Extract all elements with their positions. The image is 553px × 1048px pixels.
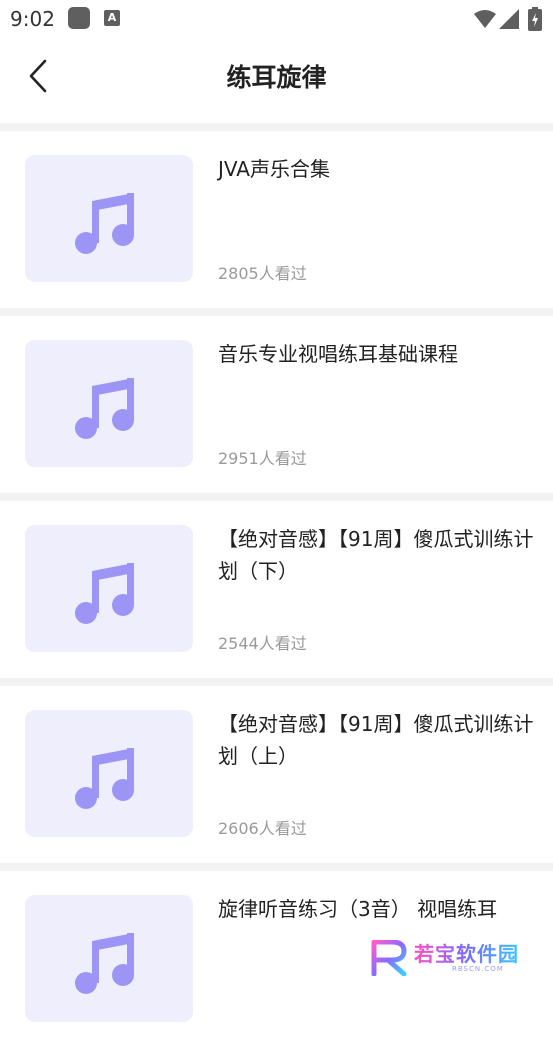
course-thumbnail: [25, 155, 193, 282]
wifi-icon: [474, 10, 496, 28]
course-title: 【绝对音感】【91周】傻瓜式训练计划（下）: [218, 527, 534, 583]
watermark-subtext: RBSCN.COM: [452, 965, 504, 973]
view-count: 2951人看过: [218, 449, 307, 468]
course-title: JVA声乐合集: [218, 157, 330, 181]
course-thumbnail: [25, 525, 193, 652]
music-note-icon: [75, 748, 134, 809]
course-thumbnail: [25, 710, 193, 837]
music-note-icon: [75, 933, 134, 994]
notification-app-icon: [68, 7, 90, 29]
view-count: 2606人看过: [218, 819, 307, 838]
page-title: 练耳旋律: [226, 63, 327, 92]
list-item[interactable]: 【绝对音感】【91周】傻瓜式训练计划（上） 2606人看过: [0, 686, 553, 863]
watermark-logo-icon: [371, 940, 407, 976]
status-time: 9:02: [10, 7, 55, 31]
header: 练耳旋律: [0, 38, 553, 123]
music-note-icon: [75, 193, 134, 254]
status-bar: 9:02 A: [0, 0, 553, 38]
course-title: 音乐专业视唱练耳基础课程: [218, 342, 458, 366]
notification-letter-icon: A: [104, 10, 120, 26]
signal-icon: [499, 9, 519, 29]
course-title: 【绝对音感】【91周】傻瓜式训练计划（上）: [218, 712, 534, 768]
watermark-text: 若宝软件园: [414, 938, 519, 967]
course-title: 旋律听音练习（3音） 视唱练耳: [218, 897, 498, 921]
music-note-icon: [75, 563, 134, 624]
list-item[interactable]: 【绝对音感】【91周】傻瓜式训练计划（下） 2544人看过: [0, 501, 553, 678]
course-list: JVA声乐合集 2805人看过 音乐专业视唱练耳基础课程 2951人看过 【绝对…: [0, 123, 553, 1048]
course-thumbnail: [25, 895, 193, 1022]
watermark: 若宝软件园 RBSCN.COM: [370, 938, 540, 978]
view-count: 2544人看过: [218, 634, 307, 653]
list-item[interactable]: JVA声乐合集 2805人看过: [0, 131, 553, 308]
view-count: 2805人看过: [218, 264, 307, 283]
list-item[interactable]: 音乐专业视唱练耳基础课程 2951人看过: [0, 316, 553, 493]
music-note-icon: [75, 378, 134, 439]
battery-icon: [528, 7, 542, 31]
course-thumbnail: [25, 340, 193, 467]
